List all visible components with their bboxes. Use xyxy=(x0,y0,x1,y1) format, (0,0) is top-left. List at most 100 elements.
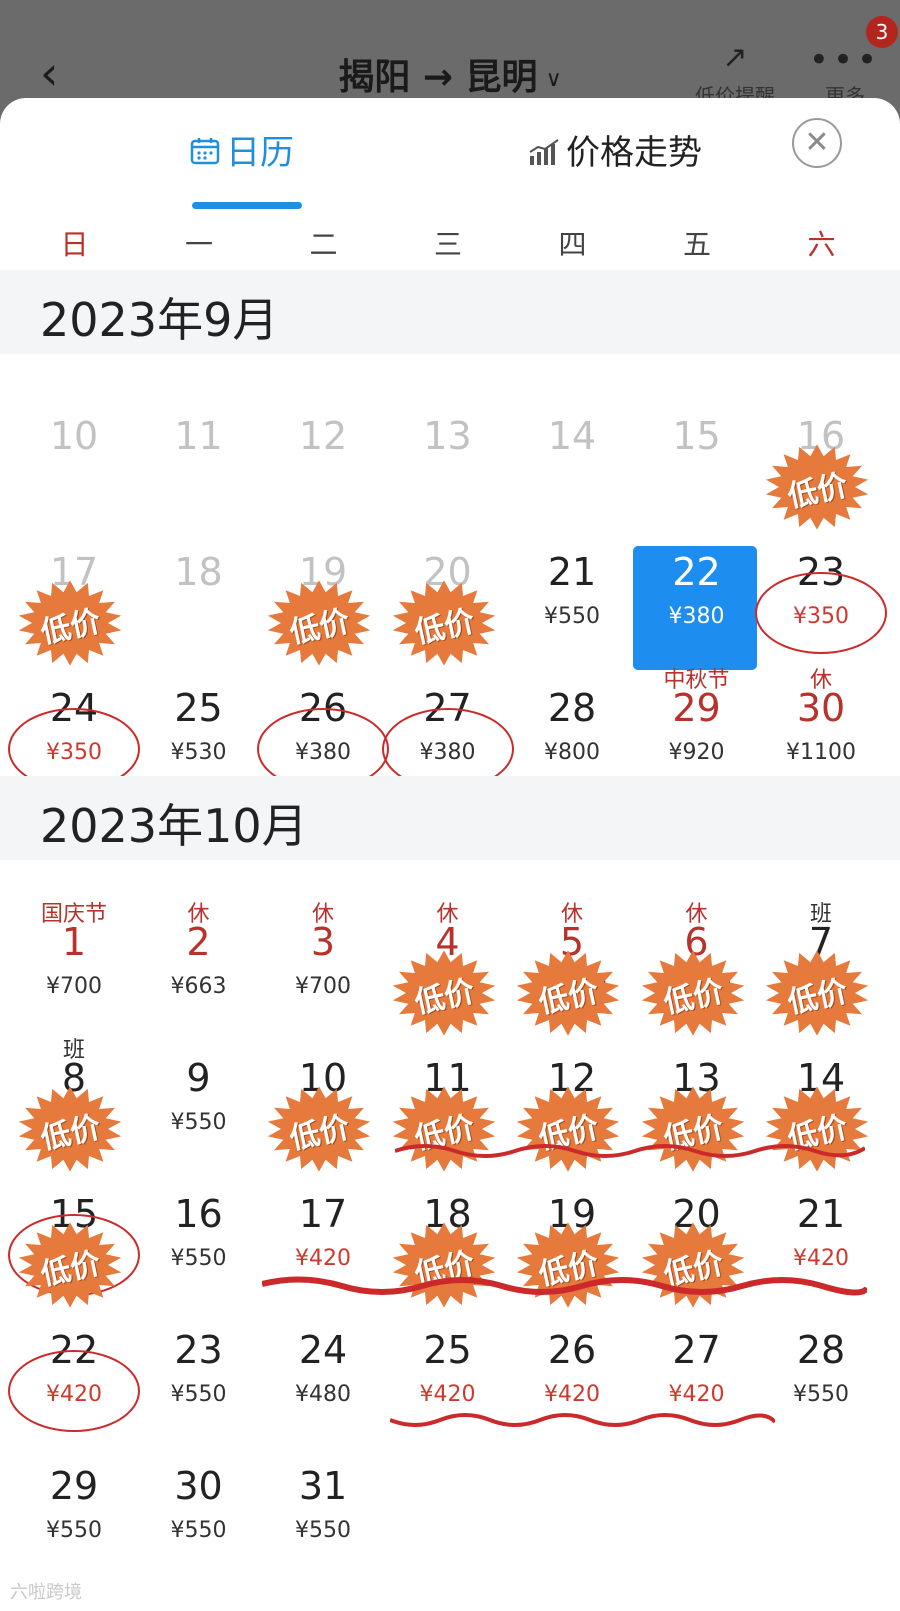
weekday-label: 五 xyxy=(682,228,711,261)
low-price-burst-icon: 低价 xyxy=(259,578,379,668)
calendar-day-cell[interactable]: 31 ¥550 xyxy=(261,1438,385,1568)
calendar-day-cell: 12 xyxy=(261,388,385,518)
low-price-burst-icon: 低价 xyxy=(633,948,753,1038)
calendar-day-cell: 15 xyxy=(635,388,759,518)
calendar-day-cell[interactable]: 25 ¥530 xyxy=(137,660,261,790)
low-price-burst-icon: 低价 xyxy=(757,442,877,532)
day-number: 25 xyxy=(174,686,223,730)
chevron-down-icon: ∨ xyxy=(545,66,562,92)
day-number: 13 xyxy=(423,414,472,458)
weekday-label: 二 xyxy=(309,228,338,261)
day-price: ¥420 xyxy=(544,1382,600,1407)
day-price: ¥550 xyxy=(170,1110,227,1135)
day-price: ¥420 xyxy=(419,1382,476,1407)
day-number: 28 xyxy=(547,686,597,730)
low-price-burst-icon: 低价 xyxy=(384,578,504,668)
month-header: 2023年9月 xyxy=(0,270,900,354)
low-price-burst-icon: 低价 xyxy=(384,948,504,1038)
calendar-day-cell: 14 xyxy=(510,388,634,518)
calendar-icon xyxy=(190,130,220,180)
calendar-day-cell[interactable]: 16 ¥550 xyxy=(137,1166,261,1296)
day-number: 14 xyxy=(547,414,597,458)
day-price: ¥530 xyxy=(170,740,227,765)
day-number: 21 xyxy=(796,1192,846,1236)
tab-price-trend[interactable]: 价格走势 xyxy=(528,128,702,178)
weekday-label: 日 xyxy=(60,228,89,261)
day-number: 15 xyxy=(672,414,721,458)
low-price-burst-icon: 低价 xyxy=(10,1220,130,1310)
hand-drawn-circle xyxy=(8,1350,140,1432)
tab-bar: 日历 价格走势 ✕ xyxy=(0,98,900,218)
calendar-sheet: 日历 价格走势 ✕ 日一二三四五六 2023年9月 10 11 12 13 14 15 16 1… xyxy=(0,98,900,1611)
chart-plus-icon: ↗ xyxy=(722,40,748,75)
calendar-day-cell: 13 xyxy=(386,388,510,518)
day-price: ¥380 xyxy=(668,604,725,629)
day-price: ¥550 xyxy=(793,1382,849,1407)
weekday-header: 日一二三四五六 xyxy=(0,220,900,270)
day-number: 25 xyxy=(423,1328,472,1372)
calendar-day-cell[interactable]: 中秋节 29 ¥920 xyxy=(635,660,759,790)
calendar-day-cell[interactable]: 休 30 ¥1100 xyxy=(759,660,883,790)
day-price: ¥550 xyxy=(170,1518,227,1543)
day-price: ¥480 xyxy=(295,1382,351,1407)
day-price: ¥700 xyxy=(46,974,102,999)
weekday-label: 三 xyxy=(433,228,462,261)
day-number: 3 xyxy=(310,920,336,964)
day-number: 29 xyxy=(672,686,721,730)
day-number: 9 xyxy=(186,1056,211,1100)
calendar-day-cell[interactable]: 28 ¥800 xyxy=(510,660,634,790)
tab-calendar[interactable]: 日历 xyxy=(190,128,294,178)
calendar-day-cell[interactable]: 22 ¥380 xyxy=(635,524,759,654)
day-number: 30 xyxy=(796,686,846,730)
calendar-day-cell[interactable]: 30 ¥550 xyxy=(137,1438,261,1568)
low-price-burst-icon: 低价 xyxy=(259,1084,379,1174)
day-number: 23 xyxy=(174,1328,223,1372)
day-price: ¥550 xyxy=(295,1518,351,1543)
weekday-label: 一 xyxy=(184,228,213,261)
active-tab-indicator xyxy=(192,202,302,209)
calendar-day-cell[interactable]: 28 ¥550 xyxy=(759,1302,883,1432)
day-number: 18 xyxy=(174,550,223,594)
month-header: 2023年10月 xyxy=(0,776,900,860)
calendar-day-cell[interactable]: 休 3 ¥700 xyxy=(261,894,385,1024)
day-price: ¥550 xyxy=(544,604,600,629)
day-price: ¥920 xyxy=(668,740,725,765)
close-icon[interactable]: ✕ xyxy=(792,118,842,168)
day-number: 29 xyxy=(49,1464,99,1508)
weekday-label: 六 xyxy=(807,228,836,261)
low-price-burst-icon: 低价 xyxy=(10,1084,130,1174)
day-number: 2 xyxy=(186,920,211,964)
watermark: 六啦跨境 xyxy=(10,1582,82,1603)
calendar-day-cell[interactable]: 21 ¥550 xyxy=(510,524,634,654)
hand-drawn-circle xyxy=(755,572,887,654)
day-number: 21 xyxy=(547,550,597,594)
day-price: ¥550 xyxy=(46,1518,102,1543)
underline-wave xyxy=(262,1276,867,1296)
day-number: 28 xyxy=(796,1328,846,1372)
day-number: 30 xyxy=(174,1464,223,1508)
calendar-day-cell[interactable]: 23 ¥550 xyxy=(137,1302,261,1432)
calendar-day-cell: 11 xyxy=(137,388,261,518)
day-number: 26 xyxy=(547,1328,597,1372)
day-price: ¥663 xyxy=(170,974,227,999)
calendar-day-cell[interactable]: 9 ¥550 xyxy=(137,1030,261,1160)
bar-trend-icon xyxy=(528,130,560,180)
calendar-day-cell[interactable]: 29 ¥550 xyxy=(12,1438,136,1568)
month-title: 2023年10月 xyxy=(40,799,308,853)
notification-badge: 3 xyxy=(866,16,898,48)
calendar-day-cell: 18 xyxy=(137,524,261,654)
day-number: 31 xyxy=(298,1464,348,1508)
calendar-day-cell[interactable]: 24 ¥480 xyxy=(261,1302,385,1432)
calendar-day-cell[interactable]: 国庆节 1 ¥700 xyxy=(12,894,136,1024)
low-price-burst-icon: 低价 xyxy=(508,948,628,1038)
day-number: 16 xyxy=(174,1192,223,1236)
day-number: 27 xyxy=(672,1328,721,1372)
calendar-day-cell: 10 xyxy=(12,388,136,518)
day-number: 1 xyxy=(61,920,87,964)
day-price: ¥550 xyxy=(170,1382,227,1407)
day-number: 24 xyxy=(298,1328,348,1372)
underline-wave xyxy=(395,1144,865,1158)
calendar-day-cell[interactable]: 休 2 ¥663 xyxy=(137,894,261,1024)
underline-wave xyxy=(390,1413,775,1427)
weekday-label: 四 xyxy=(558,228,587,261)
